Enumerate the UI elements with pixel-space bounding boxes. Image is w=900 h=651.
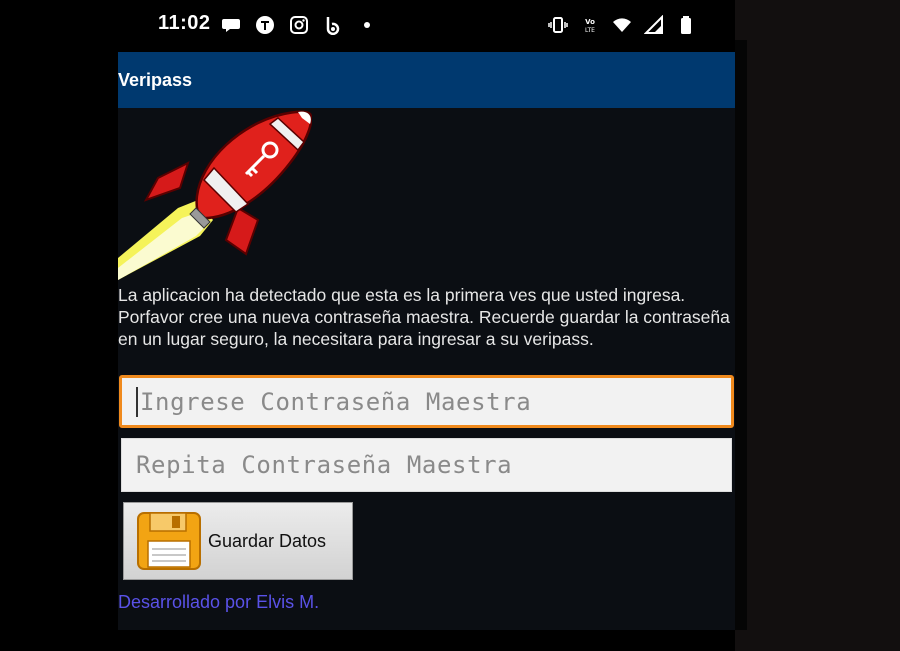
chat-bubble-icon — [220, 14, 242, 36]
notification-icons — [220, 14, 378, 36]
floppy-disk-icon — [137, 512, 201, 570]
welcome-message: La aplicacion ha detectado que esta es l… — [118, 285, 730, 349]
status-time: 11:02 — [158, 12, 211, 34]
save-button-label: Guardar Datos — [208, 530, 327, 551]
instagram-icon — [288, 14, 310, 36]
developer-credit: Desarrollado por Elvis M. — [118, 592, 320, 612]
phone-screen: 11:02 Vo LTE Veripass La aplicacion ha d… — [0, 0, 900, 651]
tiktok-icon — [254, 14, 276, 36]
app-title: Veripass — [118, 70, 193, 90]
save-data-button[interactable]: Guardar Datos — [123, 502, 353, 580]
background-strip — [735, 40, 747, 630]
repeat-password-input[interactable]: Repita Contraseña Maestra — [121, 438, 732, 492]
text-caret — [136, 386, 138, 417]
dot-icon — [356, 14, 378, 36]
wifi-icon — [611, 14, 633, 36]
signal-icon — [643, 14, 665, 36]
svg-text:LTE: LTE — [585, 27, 595, 34]
vibrate-icon — [547, 14, 569, 36]
system-icons: Vo LTE — [547, 14, 697, 36]
background-shade — [735, 0, 900, 651]
volte-icon: Vo LTE — [579, 14, 601, 36]
bing-icon — [322, 14, 344, 36]
master-password-placeholder: Ingrese Contraseña Maestra — [140, 387, 532, 416]
repeat-password-placeholder: Repita Contraseña Maestra — [136, 451, 513, 479]
main-content: La aplicacion ha detectado que esta es l… — [118, 108, 735, 630]
battery-icon — [675, 14, 697, 36]
app-bar: Veripass — [118, 52, 735, 108]
status-bar: 11:02 Vo LTE — [118, 0, 735, 52]
svg-text:Vo: Vo — [585, 18, 595, 26]
master-password-input[interactable]: Ingrese Contraseña Maestra — [119, 375, 734, 428]
rocket-with-key-icon — [118, 110, 312, 280]
